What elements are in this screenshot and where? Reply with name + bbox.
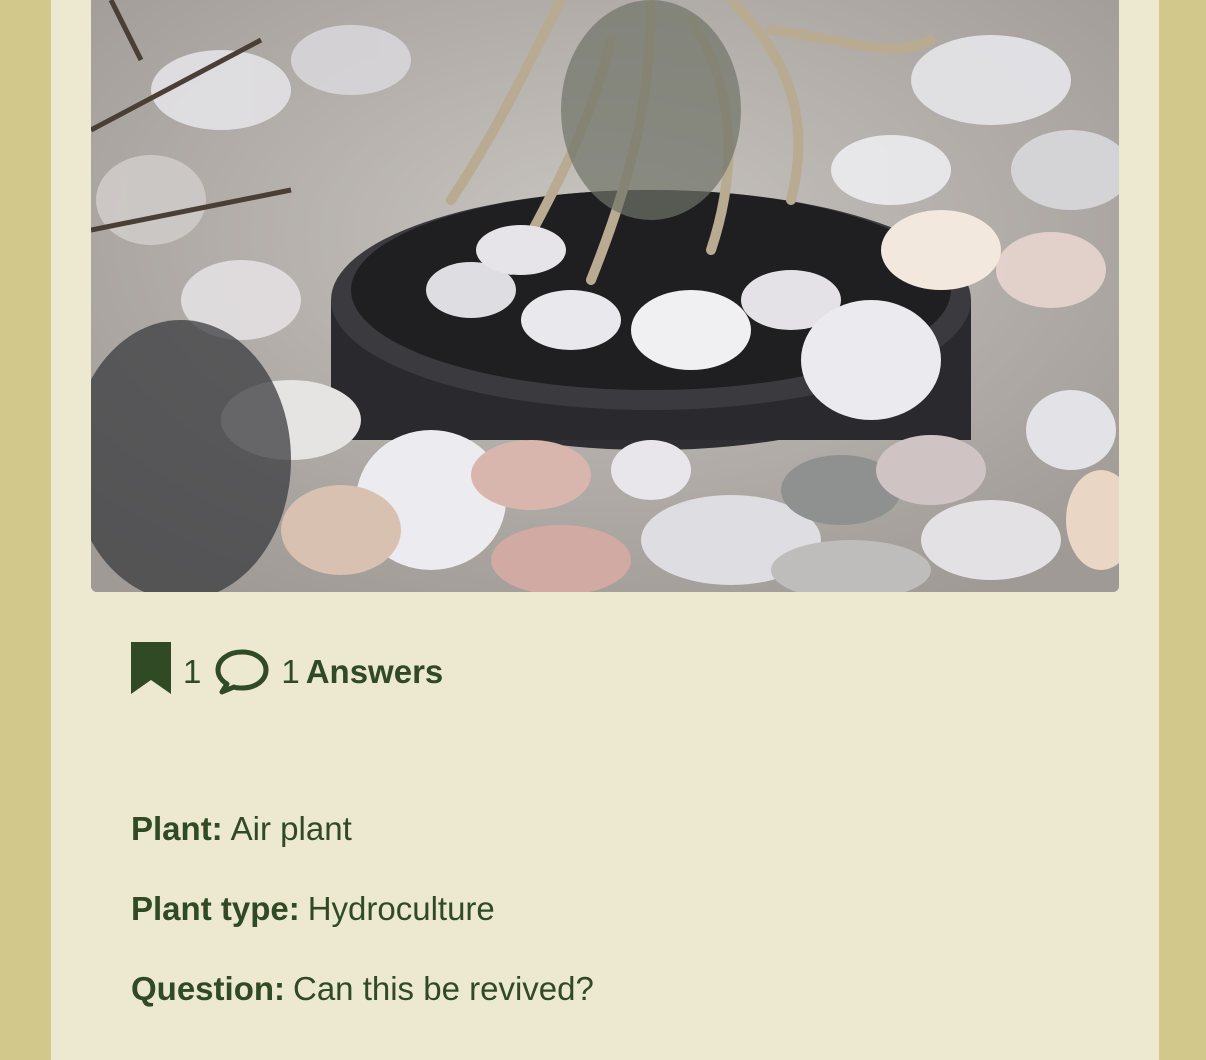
post-card: 1 1 Answers Plant: Air plant Plant type: Hy…: [51, 0, 1159, 1060]
plant-field: Plant: Air plant: [131, 810, 352, 848]
answers-count: 1: [281, 653, 300, 690]
plant-label: Plant:: [131, 810, 223, 847]
plant-type-label: Plant type:: [131, 890, 300, 927]
speech-bubble-icon[interactable]: [215, 649, 269, 695]
plant-photo[interactable]: [91, 0, 1119, 592]
question-value: Can this be revived?: [293, 970, 594, 1007]
question-label: Question:: [131, 970, 285, 1007]
plant-photo-image: [91, 0, 1119, 592]
plant-type-value: Hydroculture: [307, 890, 495, 927]
plant-value: Air plant: [230, 810, 352, 847]
post-stats: 1 1 Answers: [131, 642, 443, 702]
question-field: Question: Can this be revived?: [131, 970, 594, 1008]
bookmark-count: 1: [183, 653, 202, 690]
answers-label: Answers: [305, 653, 444, 690]
bookmark-icon[interactable]: [131, 642, 171, 702]
plant-type-field: Plant type: Hydroculture: [131, 890, 495, 928]
answers-link[interactable]: 1 Answers: [281, 653, 443, 691]
